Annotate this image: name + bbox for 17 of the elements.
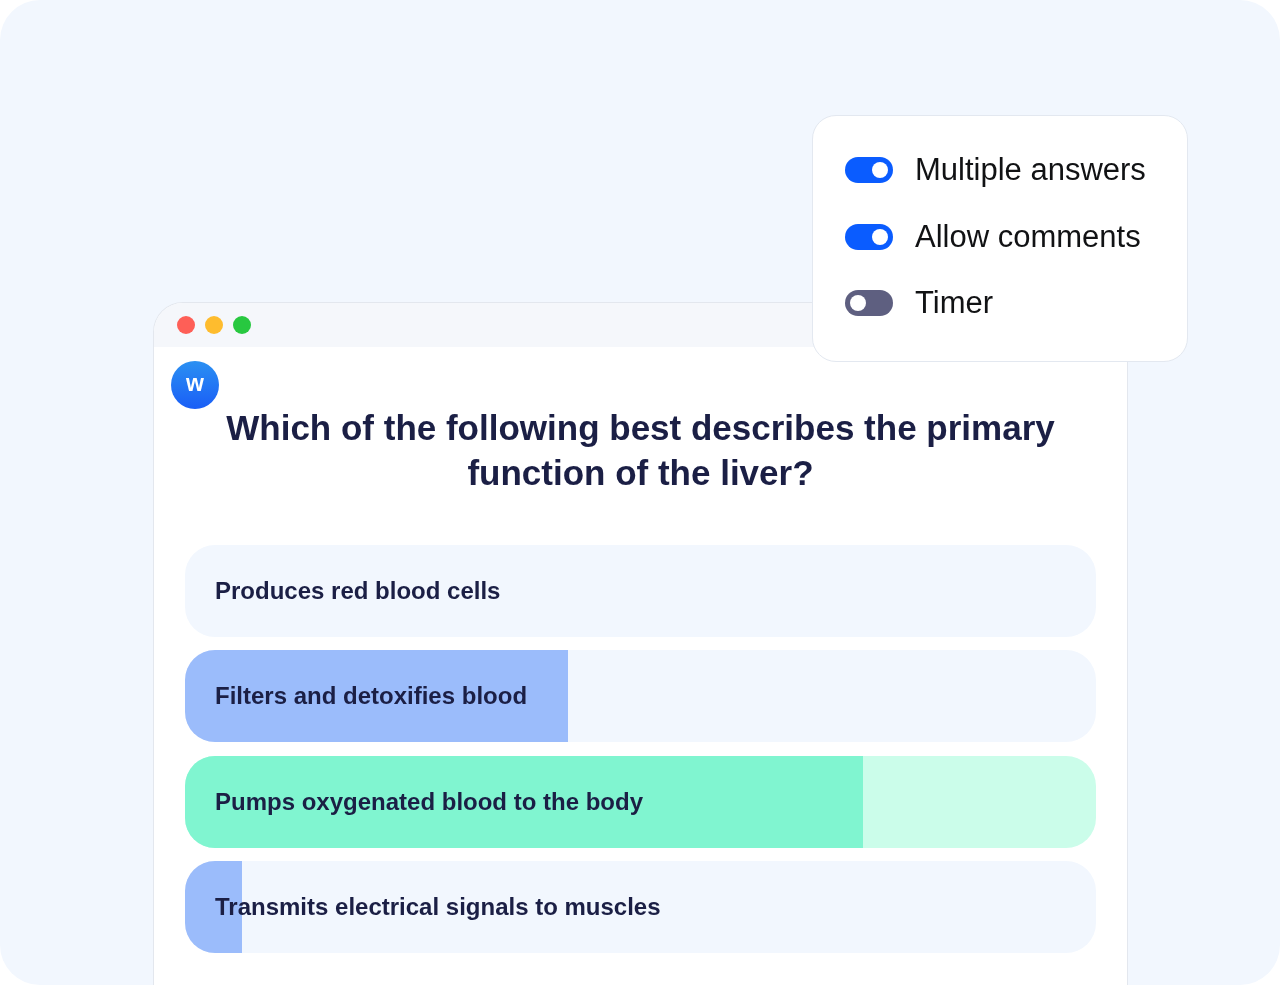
toggle-label: Timer xyxy=(915,286,994,320)
question-title: Which of the following best describes the primary function of the liver? xyxy=(225,407,1056,494)
toggle-label: Allow comments xyxy=(915,219,1141,254)
option-label: Filters and detoxifies blood xyxy=(215,682,528,711)
option-label: Produces red blood cells xyxy=(215,577,501,605)
toggle-switch[interactable] xyxy=(845,223,893,250)
toggle-switch[interactable] xyxy=(845,290,893,316)
answer-option-bar[interactable]: Filters and detoxifies blood xyxy=(185,650,1096,743)
option-label: Transmits electrical signals to muscles xyxy=(215,892,661,921)
toggle-label: Multiple answers xyxy=(915,153,1146,187)
answer-option-bar[interactable]: Pumps oxygenated blood to the body xyxy=(185,755,1096,848)
answer-option-bar[interactable]: Produces red blood cells xyxy=(185,545,1096,637)
toggle-switch[interactable] xyxy=(845,157,893,183)
logo: w xyxy=(171,361,219,409)
answer-option-bar[interactable]: Transmits electrical signals to muscles xyxy=(185,860,1096,953)
close-window-icon[interactable] xyxy=(177,316,195,334)
option-label: Pumps oxygenated blood to the body xyxy=(215,787,643,816)
